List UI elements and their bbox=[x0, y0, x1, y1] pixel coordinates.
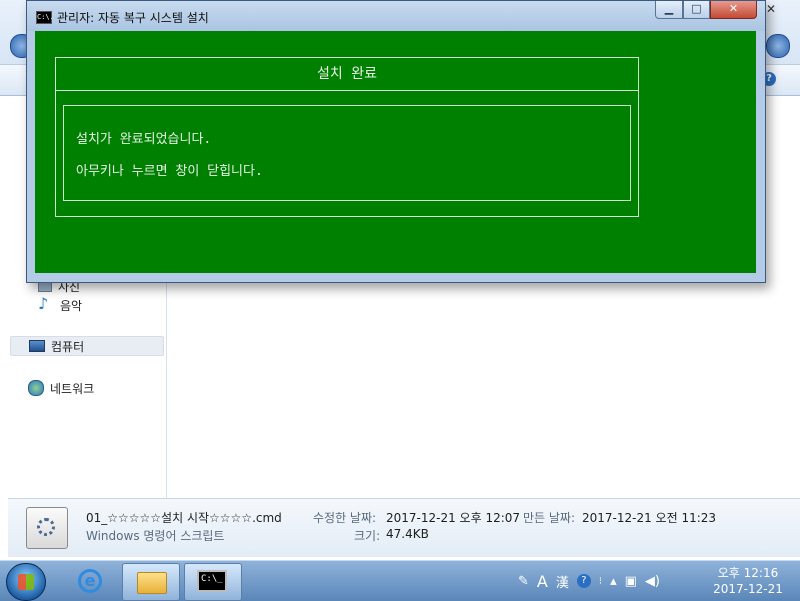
ime-options-icon[interactable]: ⁝ bbox=[599, 576, 602, 587]
nav-item-music[interactable]: 음악 bbox=[38, 294, 83, 315]
maximize-button[interactable]: □ bbox=[683, 1, 710, 19]
nav-item-label: 음악 bbox=[60, 298, 83, 313]
computer-icon bbox=[29, 340, 45, 352]
nav-item-computer[interactable]: 컴퓨터 bbox=[10, 336, 164, 356]
message-press-key: 아무키나 누르면 창이 닫힙니다. bbox=[76, 164, 263, 179]
forward-button[interactable] bbox=[766, 34, 790, 58]
nav-item-label: 컴퓨터 bbox=[51, 339, 85, 354]
minimize-button[interactable]: ▁ bbox=[655, 1, 683, 19]
taskbar-ie-button[interactable]: e bbox=[62, 563, 118, 599]
gear-icon bbox=[37, 518, 55, 536]
clock-date: 2017-12-21 bbox=[713, 582, 783, 596]
volume-icon[interactable]: ◀) bbox=[645, 574, 660, 589]
system-tray: ✎ A 漢 ? ⁝ ▴ ▣ ◀) bbox=[518, 561, 660, 601]
taskbar-cmd-button[interactable]: C:\_ bbox=[184, 563, 242, 601]
script-file-icon bbox=[26, 507, 68, 549]
created-label: 만든 날짜: bbox=[523, 511, 576, 525]
dialog-message-box: 설치가 완료되었습니다. 아무키나 누르면 창이 닫힙니다. bbox=[63, 105, 631, 201]
modified-value: 2017-12-21 오후 12:07 bbox=[386, 511, 521, 525]
size-label: 크기: bbox=[354, 529, 381, 543]
cmd-titlebar[interactable]: C:\. 관리자: 자동 복구 시스템 설치 ▁ □ ✕ bbox=[27, 1, 765, 31]
show-hidden-icons[interactable]: ▴ bbox=[610, 574, 617, 589]
nav-item-network[interactable]: 네트워크 bbox=[28, 378, 94, 398]
install-dialog-frame: 설치 완료 설치가 완료되었습니다. 아무키나 누르면 창이 닫힙니다. bbox=[55, 57, 639, 217]
created-value: 2017-12-21 오전 11:23 bbox=[582, 511, 717, 525]
music-icon bbox=[38, 294, 54, 313]
message-complete: 설치가 완료되었습니다. bbox=[76, 132, 212, 147]
start-button[interactable] bbox=[6, 563, 46, 601]
close-button[interactable]: ✕ bbox=[710, 1, 757, 19]
file-type: Windows 명령어 스크립트 bbox=[86, 529, 225, 543]
internet-explorer-icon: e bbox=[78, 569, 102, 593]
taskbar: e C:\_ ✎ A 漢 ? ⁝ ▴ ▣ ◀) 오후 12:16 2017-12… bbox=[0, 560, 800, 601]
taskbar-explorer-button[interactable] bbox=[122, 563, 180, 601]
nav-item-label: 네트워크 bbox=[50, 381, 95, 396]
network-tray-icon[interactable]: ▣ bbox=[625, 574, 637, 589]
cmd-window[interactable]: C:\. 관리자: 자동 복구 시스템 설치 ▁ □ ✕ 설치 완료 설치가 완… bbox=[26, 0, 766, 283]
cmd-console[interactable]: 설치 완료 설치가 완료되었습니다. 아무키나 누르면 창이 닫힙니다. bbox=[35, 31, 756, 273]
folder-icon bbox=[137, 572, 167, 594]
size-value: 47.4KB bbox=[386, 527, 429, 541]
taskbar-clock[interactable]: 오후 12:16 2017-12-21 bbox=[700, 565, 796, 597]
ime-help-icon[interactable]: ? bbox=[576, 574, 591, 588]
language-bar-icon[interactable]: ✎ bbox=[518, 574, 529, 589]
hanja-icon[interactable]: 漢 bbox=[556, 572, 569, 591]
input-mode-a[interactable]: A bbox=[537, 572, 548, 591]
network-icon bbox=[28, 380, 44, 396]
cmd-window-title: 관리자: 자동 복구 시스템 설치 bbox=[57, 11, 209, 25]
details-pane: 01_☆☆☆☆☆설치 시작☆☆☆☆.cmd Windows 명령어 스크립트 수… bbox=[8, 498, 800, 557]
clock-time: 오후 12:16 bbox=[717, 566, 779, 580]
explorer-close-icon[interactable]: ✕ bbox=[766, 2, 776, 16]
cmd-icon: C:\_ bbox=[197, 570, 227, 592]
modified-label: 수정한 날짜: bbox=[313, 511, 377, 525]
file-name: 01_☆☆☆☆☆설치 시작☆☆☆☆.cmd bbox=[86, 511, 282, 525]
cmd-title-icon[interactable]: C:\. bbox=[36, 11, 54, 24]
dialog-title: 설치 완료 bbox=[56, 58, 638, 91]
